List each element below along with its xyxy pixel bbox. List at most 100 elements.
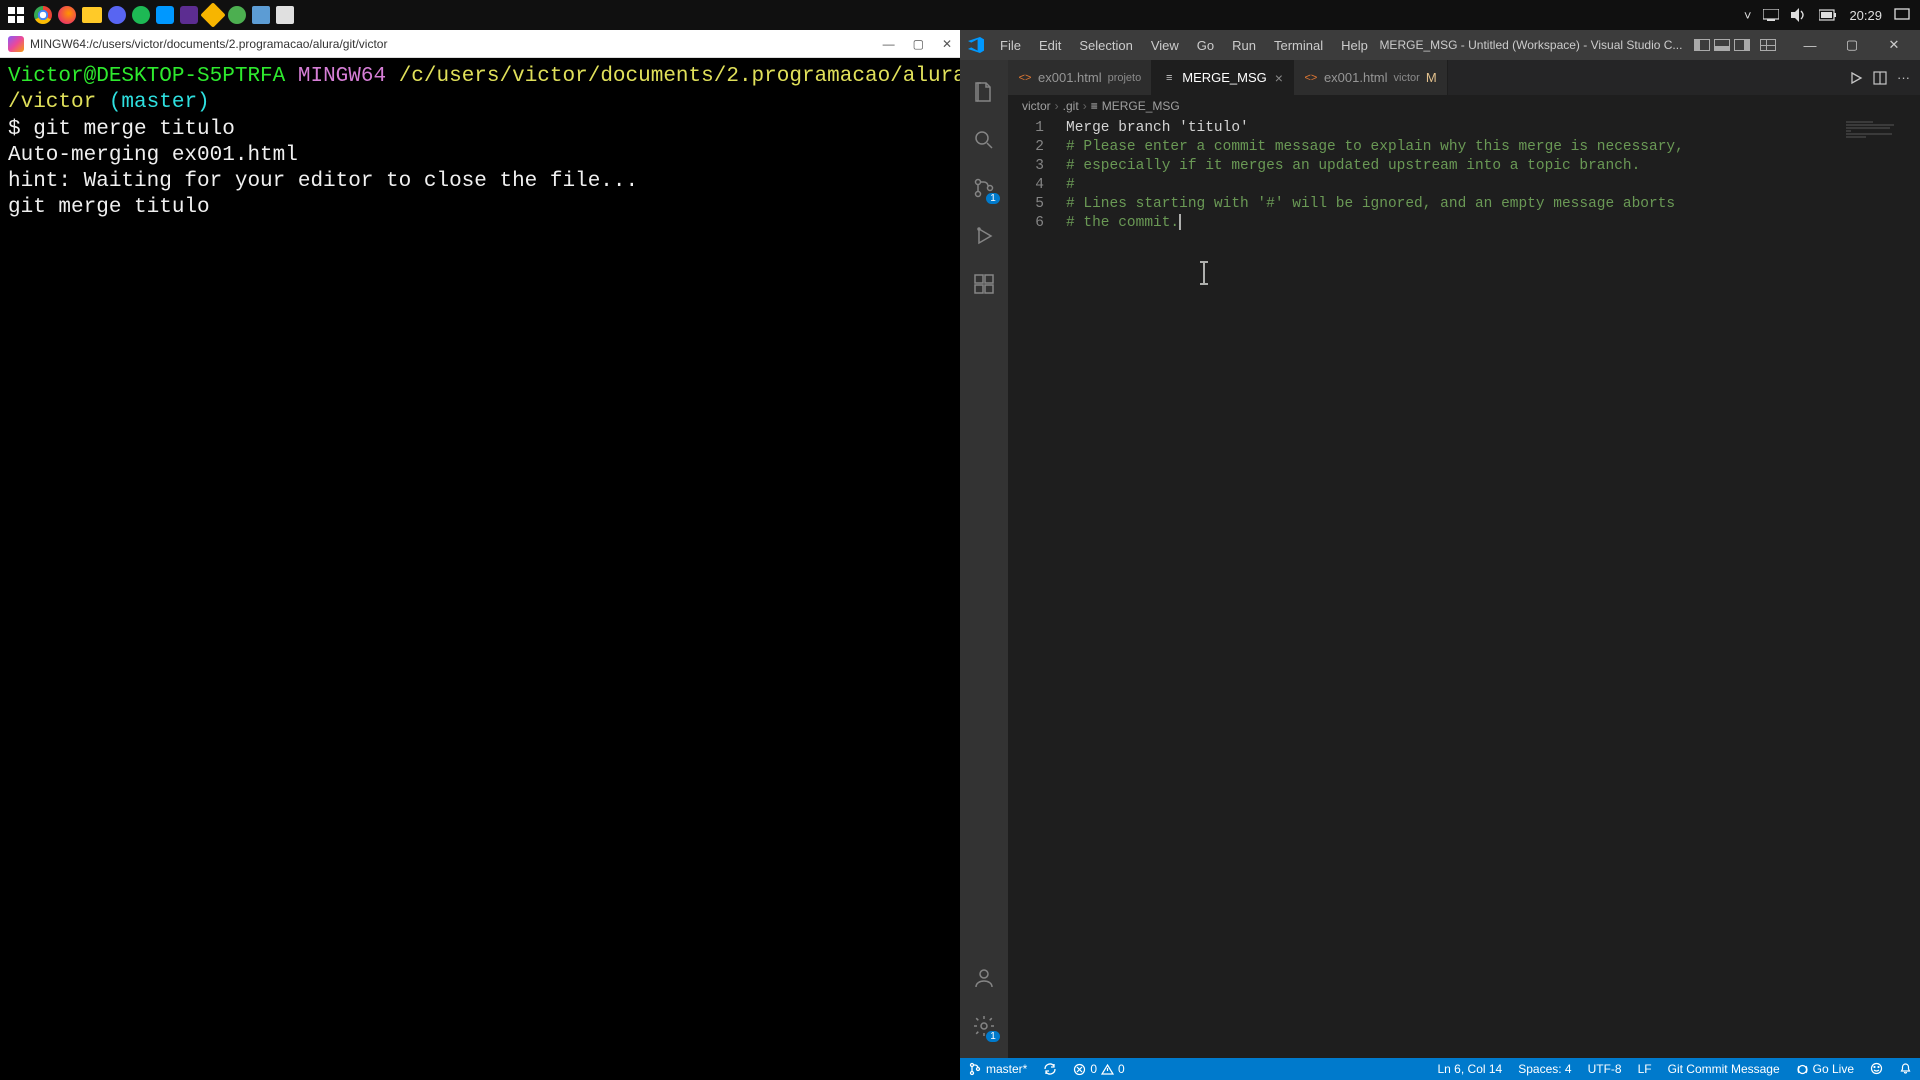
- status-problems[interactable]: 0 0: [1065, 1058, 1132, 1080]
- debug-activity[interactable]: [960, 212, 1008, 260]
- explorer-icon[interactable]: [82, 7, 102, 23]
- tab-desc: projeto: [1108, 72, 1142, 84]
- menu-terminal[interactable]: Terminal: [1266, 34, 1331, 57]
- terminal-favicon: [8, 36, 24, 52]
- scm-activity[interactable]: 1: [960, 164, 1008, 212]
- line-gutter: 123456: [1008, 117, 1058, 1058]
- status-language[interactable]: Git Commit Message: [1660, 1062, 1788, 1076]
- run-icon[interactable]: [1849, 71, 1863, 85]
- tabs-row: <> ex001.html projeto ≡ MERGE_MSG × <> e…: [1008, 60, 1920, 95]
- start-button[interactable]: [4, 3, 28, 27]
- notifications-icon[interactable]: [1894, 8, 1910, 22]
- scm-badge: 1: [986, 193, 1000, 204]
- activity-bar: 1 1: [960, 60, 1008, 1058]
- breadcrumb-seg[interactable]: MERGE_MSG: [1102, 99, 1180, 113]
- battery-icon[interactable]: [1819, 9, 1837, 21]
- code-line: #: [1066, 176, 1920, 195]
- menu-go[interactable]: Go: [1189, 34, 1222, 57]
- vscode-titlebar[interactable]: File Edit Selection View Go Run Terminal…: [960, 30, 1920, 60]
- breadcrumb[interactable]: victor › .git › ≡ MERGE_MSG: [1008, 95, 1920, 117]
- status-sync[interactable]: [1035, 1058, 1065, 1080]
- terminal-out1: Auto-merging ex001.html: [8, 144, 298, 167]
- app-icon-3[interactable]: [252, 6, 270, 24]
- file-icon: ≡: [1091, 99, 1098, 113]
- tab-label: ex001.html: [1038, 70, 1102, 85]
- terminal-body[interactable]: Victor@DESKTOP-S5PTRFA MINGW64 /c/users/…: [0, 58, 960, 1080]
- code-line: # Lines starting with '#' will be ignore…: [1066, 195, 1920, 214]
- menu-file[interactable]: File: [992, 34, 1029, 57]
- html-icon: <>: [1018, 71, 1032, 85]
- status-golive[interactable]: Go Live: [1788, 1062, 1862, 1076]
- settings-badge: 1: [986, 1031, 1000, 1042]
- more-actions-icon[interactable]: ···: [1897, 70, 1910, 85]
- app-icon-4[interactable]: [276, 6, 294, 24]
- terminal-maximize-button[interactable]: ▢: [913, 37, 924, 51]
- terminal-close-button[interactable]: ✕: [942, 37, 952, 51]
- account-activity[interactable]: [960, 954, 1008, 1002]
- extensions-activity[interactable]: [960, 260, 1008, 308]
- breadcrumb-seg[interactable]: .git: [1063, 99, 1079, 113]
- terminal-window: MINGW64:/c/users/victor/documents/2.prog…: [0, 30, 960, 1080]
- vscode-taskbar-icon[interactable]: [156, 6, 174, 24]
- editor-cursor: [1179, 214, 1181, 230]
- terminal-minimize-button[interactable]: —: [883, 37, 895, 51]
- file-icon: ≡: [1162, 71, 1176, 85]
- tab-close-icon[interactable]: ×: [1275, 70, 1283, 86]
- discord-icon[interactable]: [108, 6, 126, 24]
- terminal-titlebar[interactable]: MINGW64:/c/users/victor/documents/2.prog…: [0, 30, 960, 58]
- prompt-sys: MINGW64: [298, 65, 386, 88]
- layout-bottom-icon[interactable]: [1714, 39, 1730, 51]
- terminal-out3: git merge titulo: [8, 196, 210, 219]
- tray-expand-icon[interactable]: ˅: [1744, 8, 1752, 23]
- terminal-out2: hint: Waiting for your editor to close t…: [8, 170, 638, 193]
- menu-help[interactable]: Help: [1333, 34, 1376, 57]
- code-editor[interactable]: 123456 Merge branch 'titulo' # Please en…: [1008, 117, 1920, 1058]
- modified-indicator: M: [1426, 70, 1437, 85]
- menu-run[interactable]: Run: [1224, 34, 1264, 57]
- firefox-icon[interactable]: [58, 6, 76, 24]
- minimap[interactable]: [1840, 117, 1920, 1058]
- terminal-cmd: $ git merge titulo: [8, 118, 235, 141]
- tab-label: MERGE_MSG: [1182, 70, 1267, 85]
- layout-grid-icon[interactable]: [1760, 39, 1776, 51]
- chrome-icon[interactable]: [34, 6, 52, 24]
- explorer-activity[interactable]: [960, 68, 1008, 116]
- menu-view[interactable]: View: [1143, 34, 1187, 57]
- split-editor-icon[interactable]: [1873, 71, 1887, 85]
- vscode-minimize-button[interactable]: —: [1792, 31, 1828, 59]
- vscode-logo-icon: [968, 37, 984, 53]
- vscode-maximize-button[interactable]: ▢: [1834, 31, 1870, 59]
- tab-merge-msg[interactable]: ≡ MERGE_MSG ×: [1152, 60, 1294, 95]
- text-cursor-icon: [1203, 261, 1205, 285]
- window-title: MERGE_MSG - Untitled (Workspace) - Visua…: [1376, 38, 1686, 52]
- status-cursor[interactable]: Ln 6, Col 14: [1430, 1062, 1511, 1076]
- clock[interactable]: 20:29: [1849, 8, 1882, 23]
- prompt-path: /c/users/victor/documents/2.programacao/…: [399, 65, 1017, 88]
- prompt-path2: /victor: [8, 91, 96, 114]
- code-line: # especially if it merges an updated ups…: [1066, 157, 1920, 176]
- layout-controls: [1694, 39, 1776, 51]
- app-icon-1[interactable]: [200, 2, 225, 27]
- visual-studio-icon[interactable]: [180, 6, 198, 24]
- search-activity[interactable]: [960, 116, 1008, 164]
- vscode-close-button[interactable]: ✕: [1876, 31, 1912, 59]
- spotify-icon[interactable]: [132, 6, 150, 24]
- network-icon[interactable]: [1763, 9, 1779, 21]
- status-eol[interactable]: LF: [1630, 1062, 1660, 1076]
- layout-right-icon[interactable]: [1734, 39, 1750, 51]
- menu-selection[interactable]: Selection: [1071, 34, 1140, 57]
- settings-activity[interactable]: 1: [960, 1002, 1008, 1050]
- status-feedback[interactable]: [1862, 1062, 1891, 1075]
- tab-ex001-projeto[interactable]: <> ex001.html projeto: [1008, 60, 1152, 95]
- code-lines[interactable]: Merge branch 'titulo' # Please enter a c…: [1058, 117, 1920, 1058]
- app-icon-2[interactable]: [228, 6, 246, 24]
- status-encoding[interactable]: UTF-8: [1580, 1062, 1630, 1076]
- status-spaces[interactable]: Spaces: 4: [1510, 1062, 1579, 1076]
- layout-left-icon[interactable]: [1694, 39, 1710, 51]
- menu-edit[interactable]: Edit: [1031, 34, 1069, 57]
- tab-ex001-victor[interactable]: <> ex001.html victor M: [1294, 60, 1448, 95]
- status-branch[interactable]: master*: [960, 1058, 1035, 1080]
- status-bell[interactable]: [1891, 1062, 1920, 1075]
- volume-icon[interactable]: [1791, 8, 1807, 22]
- breadcrumb-seg[interactable]: victor: [1022, 99, 1051, 113]
